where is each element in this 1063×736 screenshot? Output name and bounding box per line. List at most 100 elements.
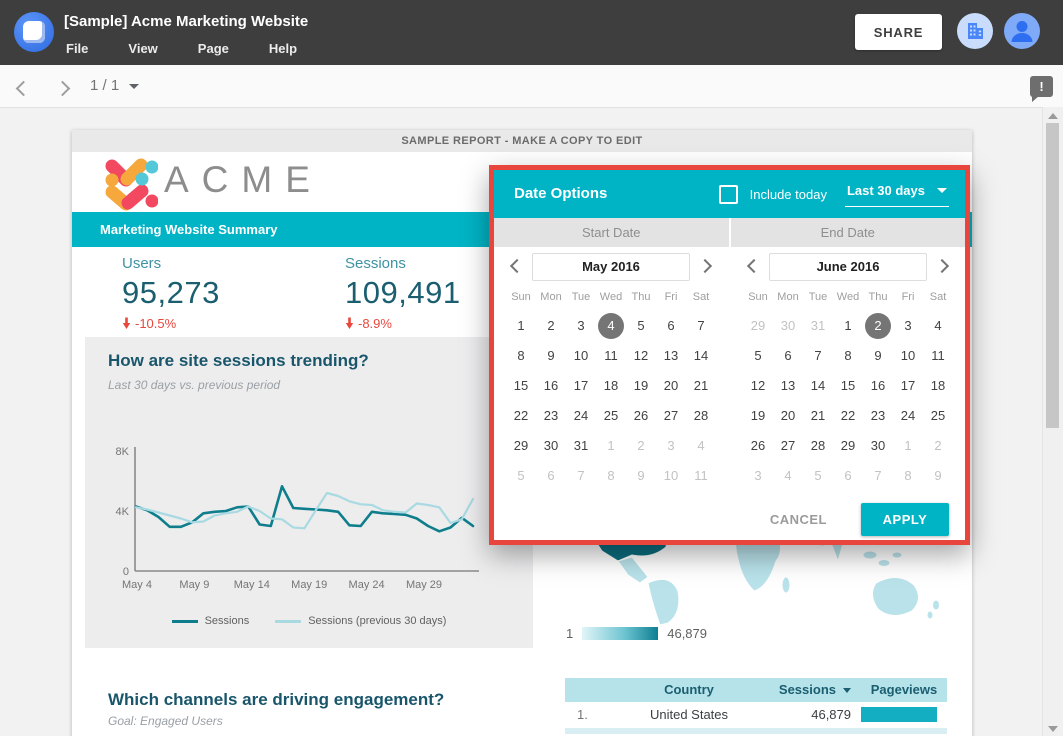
calendar-day[interactable]: 17 xyxy=(566,371,596,401)
calendar-day[interactable]: 12 xyxy=(626,341,656,371)
calendar-day[interactable]: 28 xyxy=(803,431,833,461)
feedback-icon[interactable]: ! xyxy=(1030,76,1053,97)
menu-view[interactable]: View xyxy=(128,41,157,56)
calendar-day[interactable]: 31 xyxy=(803,311,833,341)
scroll-down-arrow-icon[interactable] xyxy=(1048,726,1058,732)
calendar-day[interactable]: 6 xyxy=(656,311,686,341)
calendar-day[interactable]: 25 xyxy=(923,401,953,431)
previous-page-button[interactable] xyxy=(18,81,29,99)
calendar-day[interactable]: 19 xyxy=(626,371,656,401)
calendar-day[interactable]: 10 xyxy=(893,341,923,371)
calendar-day[interactable]: 18 xyxy=(923,371,953,401)
calendar-day[interactable]: 31 xyxy=(566,431,596,461)
vertical-scrollbar[interactable] xyxy=(1042,107,1063,736)
calendar-day[interactable]: 28 xyxy=(686,401,716,431)
next-month-button[interactable] xyxy=(698,259,712,273)
menu-file[interactable]: File xyxy=(66,41,88,56)
calendar-day[interactable]: 1 xyxy=(506,311,536,341)
calendar-day[interactable]: 30 xyxy=(536,431,566,461)
organization-building-icon[interactable] xyxy=(957,13,993,49)
table-header-country[interactable]: Country xyxy=(609,678,769,702)
calendar-day[interactable]: 1 xyxy=(833,311,863,341)
calendar-day[interactable]: 7 xyxy=(686,311,716,341)
calendar-day[interactable]: 6 xyxy=(773,341,803,371)
calendar-day[interactable]: 22 xyxy=(506,401,536,431)
calendar-day[interactable]: 23 xyxy=(536,401,566,431)
calendar-day[interactable]: 8 xyxy=(596,461,626,491)
calendar-day[interactable]: 3 xyxy=(743,461,773,491)
calendar-day[interactable]: 20 xyxy=(773,401,803,431)
calendar-day[interactable]: 13 xyxy=(773,371,803,401)
calendar-day[interactable]: 5 xyxy=(626,311,656,341)
calendar-day[interactable]: 1 xyxy=(596,431,626,461)
user-avatar-icon[interactable] xyxy=(1004,13,1040,49)
calendar-day[interactable]: 9 xyxy=(626,461,656,491)
calendar-day[interactable]: 10 xyxy=(566,341,596,371)
calendar-day[interactable]: 14 xyxy=(803,371,833,401)
tab-start-date[interactable]: Start Date xyxy=(494,218,729,247)
calendar-day[interactable]: 27 xyxy=(656,401,686,431)
calendar-day[interactable]: 25 xyxy=(596,401,626,431)
calendar-day[interactable]: 2 xyxy=(626,431,656,461)
table-header-pageviews[interactable]: Pageviews xyxy=(861,678,947,702)
calendar-day[interactable]: 24 xyxy=(893,401,923,431)
calendar-day[interactable]: 7 xyxy=(863,461,893,491)
calendar-day[interactable]: 14 xyxy=(686,341,716,371)
calendar-day[interactable]: 2 xyxy=(863,311,893,341)
calendar-day[interactable]: 30 xyxy=(773,311,803,341)
calendar-day[interactable]: 5 xyxy=(743,341,773,371)
calendar-day[interactable]: 22 xyxy=(833,401,863,431)
calendar-day[interactable]: 1 xyxy=(893,431,923,461)
calendar-day[interactable]: 2 xyxy=(923,431,953,461)
calendar-day[interactable]: 11 xyxy=(686,461,716,491)
calendar-day[interactable]: 8 xyxy=(833,341,863,371)
calendar-day[interactable]: 24 xyxy=(566,401,596,431)
calendar-day[interactable]: 7 xyxy=(803,341,833,371)
next-page-button[interactable] xyxy=(57,81,68,99)
calendar-day[interactable]: 6 xyxy=(833,461,863,491)
calendar-day[interactable]: 30 xyxy=(863,431,893,461)
scroll-up-arrow-icon[interactable] xyxy=(1048,113,1058,119)
calendar-day[interactable]: 2 xyxy=(536,311,566,341)
calendar-day[interactable]: 11 xyxy=(596,341,626,371)
apply-button[interactable]: APPLY xyxy=(861,503,949,536)
calendar-day[interactable]: 17 xyxy=(893,371,923,401)
calendar-day[interactable]: 12 xyxy=(743,371,773,401)
calendar-day[interactable]: 7 xyxy=(566,461,596,491)
calendar-day[interactable]: 5 xyxy=(506,461,536,491)
calendar-day[interactable]: 21 xyxy=(686,371,716,401)
calendar-day[interactable]: 10 xyxy=(656,461,686,491)
scrollbar-thumb[interactable] xyxy=(1046,123,1059,428)
calendar-day[interactable]: 8 xyxy=(893,461,923,491)
calendar-day[interactable]: 18 xyxy=(596,371,626,401)
calendar-day[interactable]: 29 xyxy=(833,431,863,461)
table-row[interactable]: 1. United States 46,879 xyxy=(565,702,947,728)
calendar-day[interactable]: 4 xyxy=(596,311,626,341)
calendar-day[interactable]: 9 xyxy=(923,461,953,491)
table-header-sessions[interactable]: Sessions xyxy=(769,678,861,702)
calendar-day[interactable]: 13 xyxy=(656,341,686,371)
calendar-day[interactable]: 11 xyxy=(923,341,953,371)
calendar-day[interactable]: 3 xyxy=(893,311,923,341)
date-range-dropdown[interactable]: Last 30 days xyxy=(845,181,949,207)
calendar-day[interactable]: 26 xyxy=(626,401,656,431)
calendar-day[interactable]: 4 xyxy=(686,431,716,461)
calendar-day[interactable]: 9 xyxy=(536,341,566,371)
month-selector[interactable]: May 2016 xyxy=(532,253,690,281)
calendar-day[interactable]: 16 xyxy=(863,371,893,401)
calendar-day[interactable]: 5 xyxy=(803,461,833,491)
data-studio-logo-icon[interactable] xyxy=(14,12,54,52)
calendar-day[interactable]: 16 xyxy=(536,371,566,401)
calendar-day[interactable]: 15 xyxy=(833,371,863,401)
previous-month-button[interactable] xyxy=(747,259,761,273)
previous-month-button[interactable] xyxy=(510,259,524,273)
calendar-day[interactable]: 21 xyxy=(803,401,833,431)
calendar-day[interactable]: 3 xyxy=(566,311,596,341)
page-indicator[interactable]: 1 / 1 xyxy=(90,77,139,94)
calendar-day[interactable]: 3 xyxy=(656,431,686,461)
calendar-day[interactable]: 29 xyxy=(506,431,536,461)
calendar-day[interactable]: 29 xyxy=(743,311,773,341)
calendar-day[interactable]: 20 xyxy=(656,371,686,401)
share-button[interactable]: SHARE xyxy=(855,14,942,50)
month-selector[interactable]: June 2016 xyxy=(769,253,927,281)
